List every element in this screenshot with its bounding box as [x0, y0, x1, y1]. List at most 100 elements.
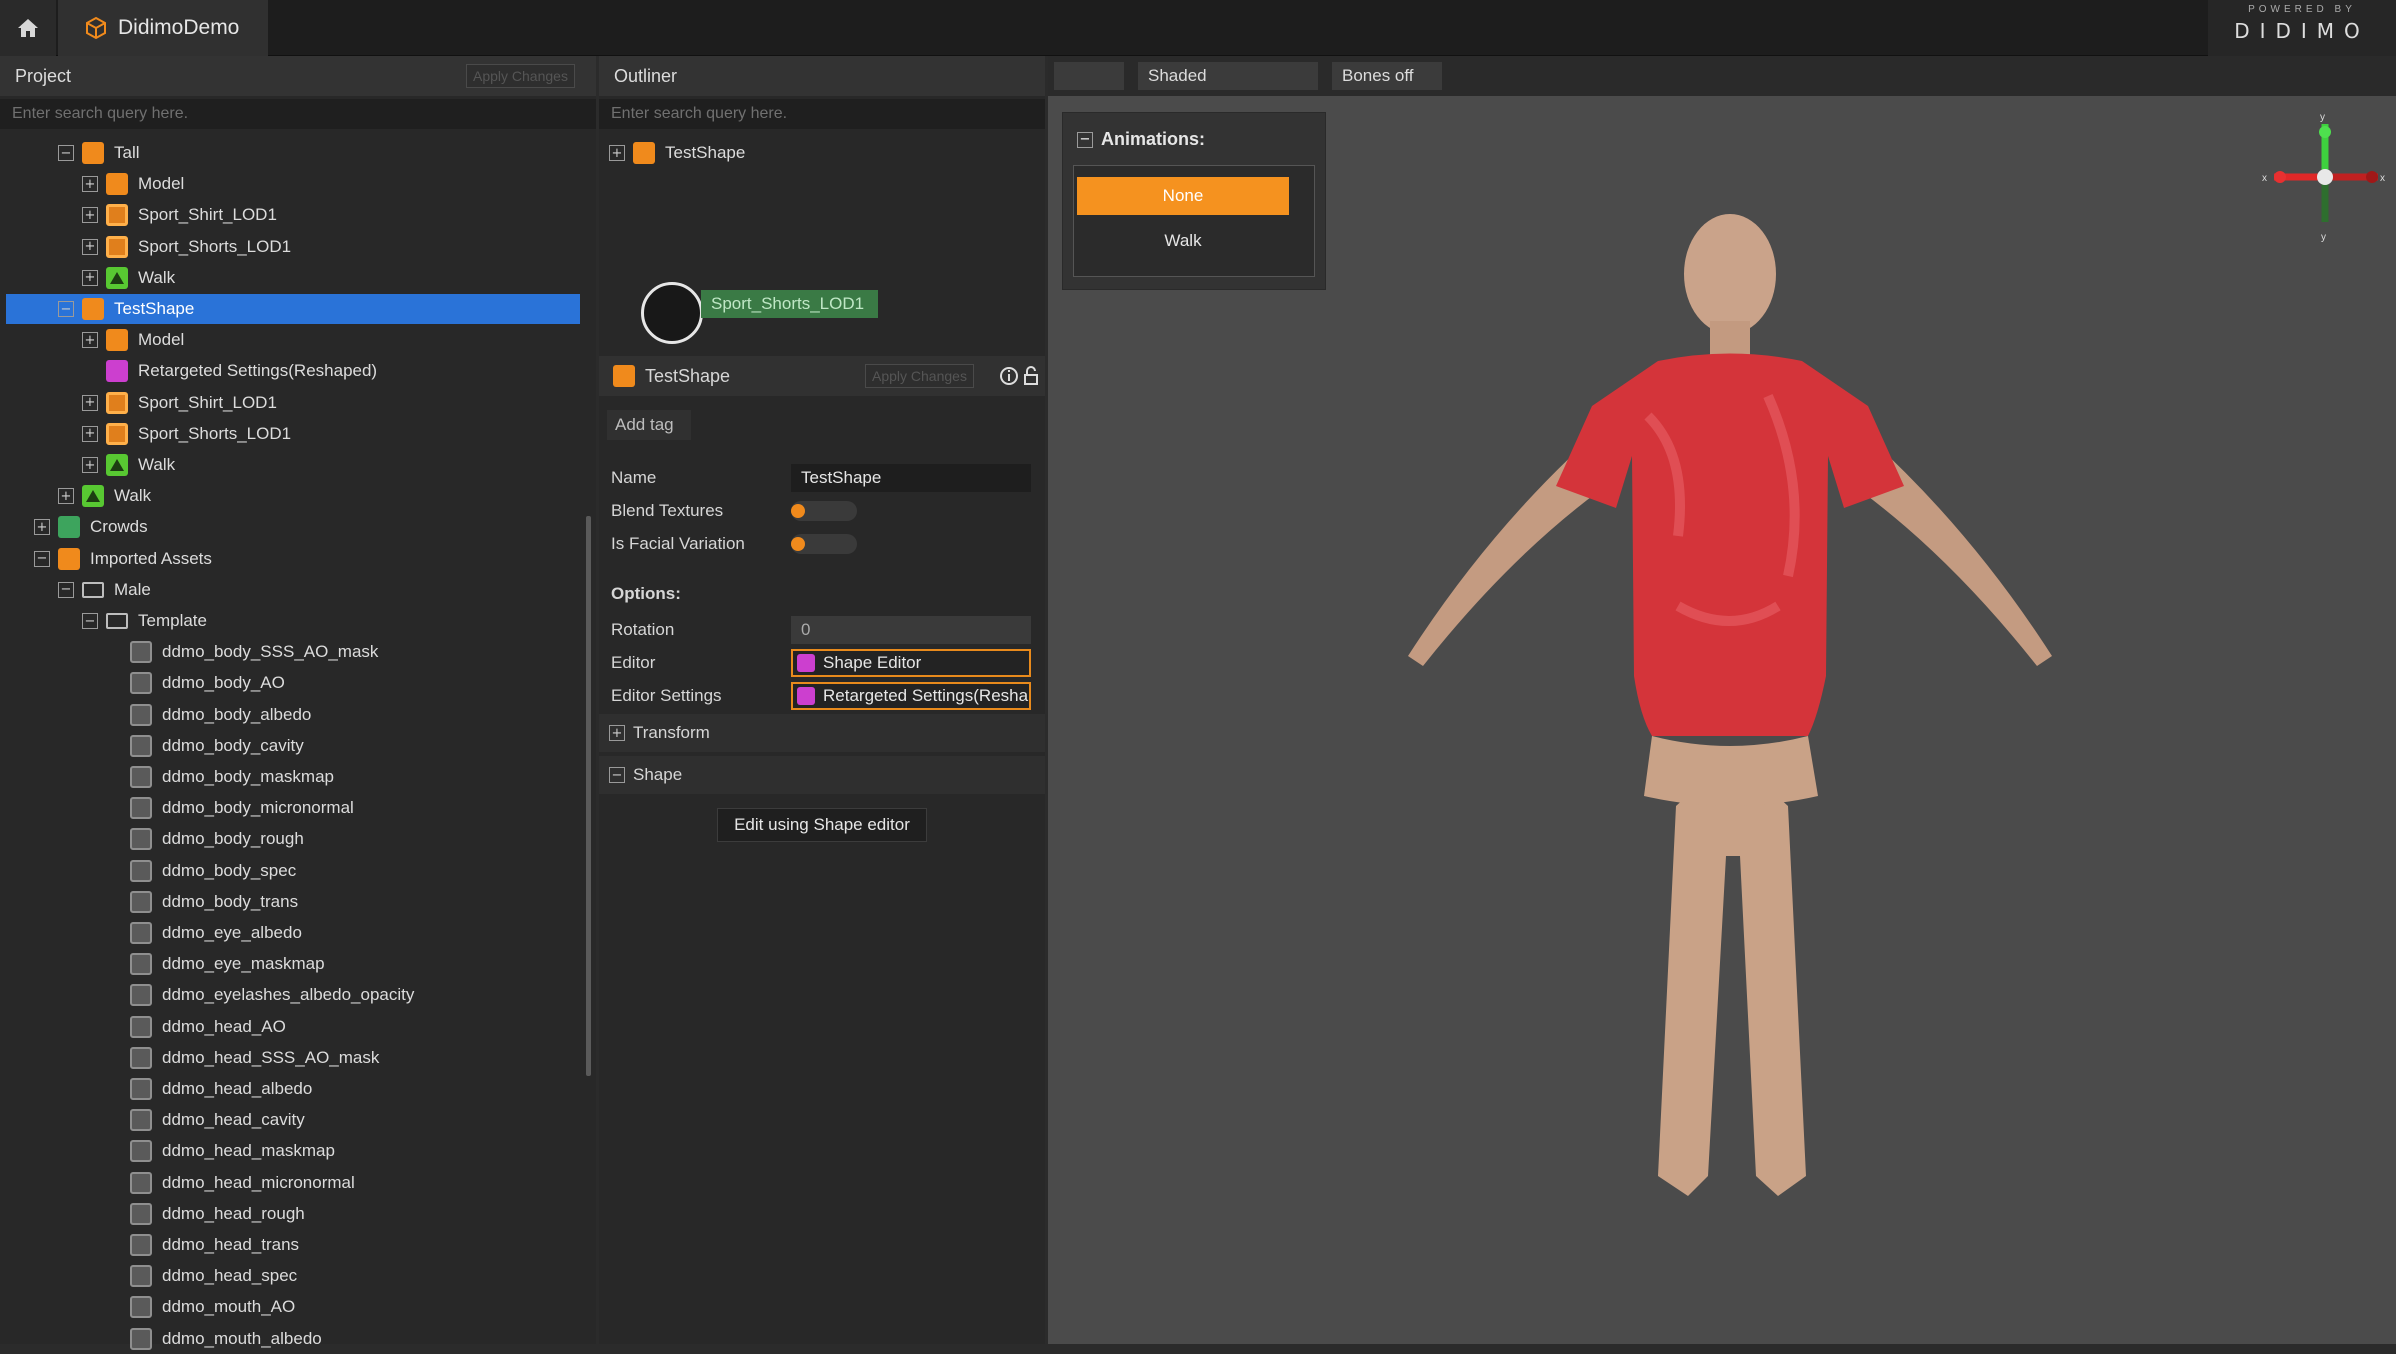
- editor-field[interactable]: Shape Editor: [791, 649, 1031, 677]
- tree-item[interactable]: + Sport_Shorts_LOD1: [6, 232, 580, 262]
- tree-item[interactable]: Retargeted Settings(Reshaped): [6, 356, 580, 386]
- expand-icon[interactable]: +: [609, 725, 625, 741]
- tree-item[interactable]: + Sport_Shirt_LOD1: [6, 200, 580, 230]
- facial-variation-toggle[interactable]: [791, 534, 857, 554]
- tree-item[interactable]: ddmo_body_micronormal: [6, 793, 580, 823]
- tree-item[interactable]: ddmo_body_cavity: [6, 731, 580, 761]
- viewport-camera-button[interactable]: [1054, 62, 1124, 90]
- project-apply-changes-button[interactable]: Apply Changes: [466, 64, 575, 88]
- collapse-icon[interactable]: −: [58, 145, 74, 161]
- tree-item[interactable]: ddmo_eyelashes_albedo_opacity: [6, 980, 580, 1010]
- tex-asset-icon: [130, 1202, 152, 1225]
- collapse-icon[interactable]: −: [58, 301, 74, 317]
- expand-icon[interactable]: +: [58, 488, 74, 505]
- rotation-field[interactable]: 0: [791, 616, 1031, 644]
- collapse-icon[interactable]: −: [82, 613, 98, 629]
- shape-label: Shape: [633, 765, 683, 784]
- tree-item[interactable]: ddmo_head_trans: [6, 1230, 580, 1260]
- collapse-icon[interactable]: −: [1077, 131, 1093, 148]
- lock-icon[interactable]: [1023, 366, 1039, 386]
- home-button[interactable]: [0, 0, 56, 56]
- tree-item[interactable]: ddmo_body_albedo: [6, 700, 580, 730]
- tree-item[interactable]: ddmo_head_micronormal: [6, 1168, 580, 1198]
- expand-icon[interactable]: +: [82, 269, 98, 286]
- inspector-header: TestShape Apply Changes: [599, 356, 1045, 396]
- expand-icon[interactable]: +: [82, 425, 98, 442]
- expand-icon[interactable]: +: [82, 457, 98, 473]
- tree-item-label: ddmo_mouth_AO: [162, 1297, 296, 1317]
- expand-icon[interactable]: +: [82, 176, 98, 193]
- expand-icon[interactable]: +: [82, 332, 98, 349]
- tree-item[interactable]: ddmo_head_AO: [6, 1012, 580, 1042]
- editor-settings-field[interactable]: Retargeted Settings(Resha: [791, 682, 1031, 710]
- tree-item[interactable]: ddmo_head_rough: [6, 1199, 580, 1229]
- tree-item[interactable]: ddmo_body_AO: [6, 668, 580, 698]
- viewport-panel[interactable]: Shaded Bones off − Animations: None Walk…: [1048, 56, 2396, 1344]
- tree-item[interactable]: ddmo_body_rough: [6, 824, 580, 854]
- project-scrollbar[interactable]: [586, 516, 591, 1076]
- drag-ghost-item: Sport_Shorts_LOD1: [701, 290, 879, 318]
- tree-item[interactable]: + Crowds: [6, 512, 580, 542]
- info-icon[interactable]: [999, 366, 1019, 386]
- collapse-icon[interactable]: −: [34, 550, 50, 567]
- tree-item-label: Retargeted Settings(Reshaped): [138, 361, 378, 381]
- tree-item[interactable]: + Walk: [6, 450, 580, 480]
- outliner-search-input[interactable]: Enter search query here.: [599, 99, 1045, 129]
- tree-item[interactable]: ddmo_mouth_albedo: [6, 1324, 580, 1354]
- tex-asset-icon: [130, 922, 152, 944]
- tree-item[interactable]: + Walk: [6, 481, 580, 511]
- outliner-item-testshape[interactable]: + TestShape: [609, 138, 745, 168]
- tree-item[interactable]: ddmo_head_cavity: [6, 1105, 580, 1135]
- character-model[interactable]: [1348, 156, 2108, 1216]
- tree-item[interactable]: − Male: [6, 575, 580, 605]
- tree-item[interactable]: ddmo_body_maskmap: [6, 762, 580, 792]
- tex-asset-icon: [130, 1078, 152, 1100]
- viewport-toolbar: Shaded Bones off: [1048, 56, 2396, 96]
- expand-icon[interactable]: +: [82, 238, 98, 255]
- inspector-apply-changes-button[interactable]: Apply Changes: [865, 364, 974, 388]
- tex-asset-icon: [130, 1015, 152, 1038]
- tree-item[interactable]: − Imported Assets: [6, 544, 580, 574]
- expand-icon[interactable]: +: [609, 145, 625, 161]
- tree-item[interactable]: + Model: [6, 325, 580, 355]
- tree-item[interactable]: + Sport_Shorts_LOD1: [6, 419, 580, 449]
- expand-icon[interactable]: +: [82, 207, 98, 224]
- collapse-icon[interactable]: −: [609, 767, 625, 783]
- app-tab[interactable]: DidimoDemo: [58, 0, 268, 56]
- tree-item[interactable]: ddmo_body_spec: [6, 856, 580, 886]
- tree-item[interactable]: ddmo_eye_albedo: [6, 918, 580, 948]
- tree-item-label: Walk: [114, 486, 152, 506]
- expand-icon[interactable]: +: [34, 519, 50, 536]
- shading-dropdown[interactable]: Shaded: [1138, 62, 1318, 90]
- tree-item[interactable]: ddmo_head_spec: [6, 1261, 580, 1291]
- add-tag-button[interactable]: Add tag: [607, 410, 691, 440]
- name-field[interactable]: TestShape: [791, 464, 1031, 492]
- tree-item[interactable]: − Tall: [6, 138, 580, 168]
- axis-gizmo-icon[interactable]: y x x y: [2260, 112, 2390, 242]
- bones-toggle[interactable]: Bones off: [1332, 62, 1442, 90]
- tree-item[interactable]: − Template: [6, 606, 580, 636]
- tree-item[interactable]: ddmo_body_trans: [6, 887, 580, 917]
- collapse-icon[interactable]: −: [58, 581, 74, 598]
- animation-walk-button[interactable]: Walk: [1077, 223, 1289, 259]
- project-search-input[interactable]: Enter search query here.: [0, 99, 596, 129]
- tree-item[interactable]: − TestShape: [6, 294, 580, 324]
- animation-none-button[interactable]: None: [1077, 177, 1289, 215]
- tree-item[interactable]: + Model: [6, 169, 580, 199]
- name-label: Name: [611, 468, 657, 487]
- green-asset-icon: [82, 485, 104, 508]
- blend-textures-toggle[interactable]: [791, 501, 857, 521]
- tree-item[interactable]: ddmo_eye_maskmap: [6, 949, 580, 979]
- shape-section[interactable]: − Shape: [599, 756, 1045, 794]
- tree-item-label: ddmo_body_AO: [162, 673, 285, 693]
- tree-item[interactable]: + Walk: [6, 263, 580, 293]
- tree-item[interactable]: ddmo_mouth_AO: [6, 1292, 580, 1322]
- tree-item[interactable]: ddmo_head_SSS_AO_mask: [6, 1043, 580, 1073]
- tree-item[interactable]: ddmo_body_SSS_AO_mask: [6, 637, 580, 667]
- tree-item[interactable]: ddmo_head_albedo: [6, 1074, 580, 1104]
- expand-icon[interactable]: +: [82, 394, 98, 411]
- edit-shape-button[interactable]: Edit using Shape editor: [717, 808, 927, 842]
- tree-item[interactable]: + Sport_Shirt_LOD1: [6, 388, 580, 418]
- transform-section[interactable]: + Transform: [599, 714, 1045, 752]
- tree-item[interactable]: ddmo_head_maskmap: [6, 1136, 580, 1166]
